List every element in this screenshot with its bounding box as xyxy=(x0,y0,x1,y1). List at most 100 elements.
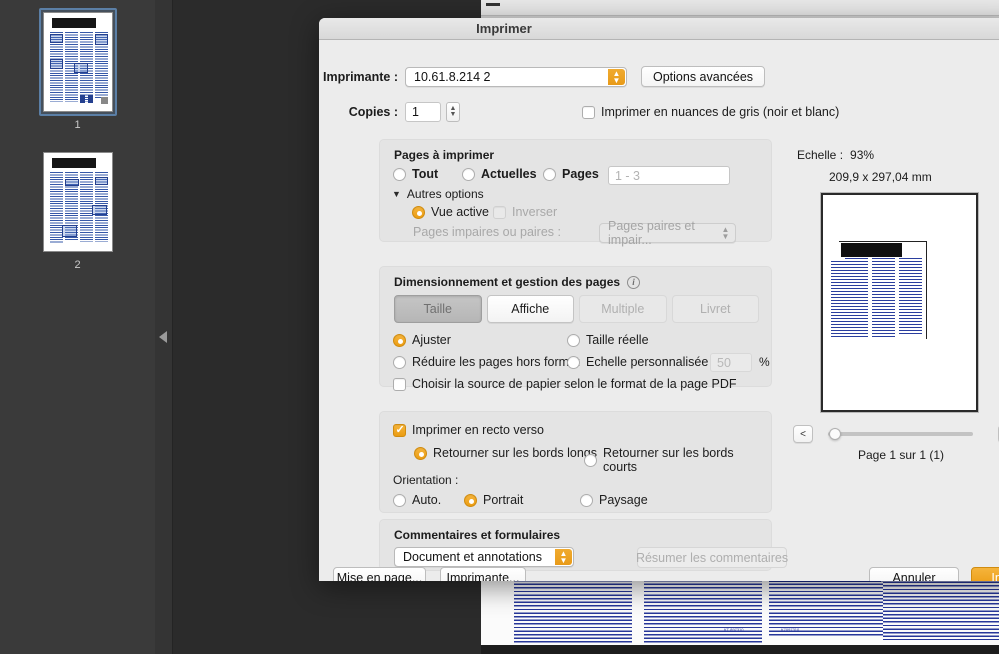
sidebar-divider xyxy=(155,0,173,654)
orientation-portrait-radio[interactable] xyxy=(464,493,477,507)
thumbnail-item-1[interactable]: 1 xyxy=(0,8,155,131)
fit-radio[interactable] xyxy=(393,333,406,347)
long-edge-radio[interactable] xyxy=(414,446,427,460)
orientation-auto-label: Auto. xyxy=(412,493,442,507)
preview-header-block xyxy=(841,243,902,257)
long-edge-option[interactable]: Retourner sur les bords longs xyxy=(414,446,597,460)
current-pages-label: Actuelles xyxy=(481,167,537,181)
custom-pages-radio[interactable] xyxy=(543,167,556,181)
print-button[interactable]: Imprimer xyxy=(971,567,999,581)
short-edge-radio[interactable] xyxy=(584,453,597,467)
fit-option[interactable]: Ajuster xyxy=(393,333,451,347)
previous-page-button[interactable]: < xyxy=(793,425,813,443)
paper-source-label: Choisir la source de papier selon le for… xyxy=(412,377,737,391)
all-pages-option[interactable]: Tout xyxy=(393,167,438,181)
active-view-radio[interactable] xyxy=(412,205,425,219)
chevron-updown-icon: ▲ ▼ xyxy=(608,68,625,85)
grayscale-option[interactable]: Imprimer en nuances de gris (noir et bla… xyxy=(582,105,839,119)
triangle-down-icon[interactable]: ▼ xyxy=(392,189,401,199)
page-slider-knob[interactable] xyxy=(829,428,841,440)
short-edge-option[interactable]: Retourner sur les bords courts xyxy=(584,446,771,474)
page-setup-button[interactable]: Mise en page... xyxy=(333,567,426,581)
thumbnail-sidebar: 1 2 xyxy=(0,0,155,654)
thumbnail-frame[interactable] xyxy=(38,8,117,116)
tab-taille[interactable]: Taille xyxy=(394,295,482,323)
sizing-tabs: Taille Affiche Multiple Livret xyxy=(394,295,759,323)
printer-settings-button[interactable]: Imprimante... xyxy=(440,567,526,581)
custom-pages-option[interactable]: Pages xyxy=(543,167,599,181)
long-edge-label: Retourner sur les bords longs xyxy=(433,446,597,460)
screen: 1 2 KT 897310 K7097310 Imprimer Impriman… xyxy=(0,0,999,654)
reverse-option: Inverser xyxy=(493,205,557,219)
shrink-radio[interactable] xyxy=(393,355,406,369)
paper-source-checkbox[interactable] xyxy=(393,377,406,391)
orientation-auto-radio[interactable] xyxy=(393,493,406,507)
custom-scale-radio[interactable] xyxy=(567,355,580,369)
odd-even-label-wrap: Pages impaires ou paires : xyxy=(413,225,561,239)
page-sizing-group: Dimensionnement et gestion des pages i T… xyxy=(379,266,772,391)
dialog-titlebar: Imprimer xyxy=(319,18,999,40)
grayscale-label: Imprimer en nuances de gris (noir et bla… xyxy=(601,105,840,119)
printer-label: Imprimante : xyxy=(322,69,398,84)
more-options-label: Autres options xyxy=(406,187,484,201)
active-view-option[interactable]: Vue active xyxy=(412,205,489,219)
printer-row: Imprimante : 10.61.8.214 2 ▲ ▼ Options av… xyxy=(320,66,766,87)
custom-scale-option[interactable]: Echelle personnalisée : xyxy=(567,355,715,369)
actual-size-radio[interactable] xyxy=(567,333,580,347)
more-options-disclosure[interactable]: ▼ Autres options xyxy=(392,187,484,201)
short-edge-label: Retourner sur les bords courts xyxy=(603,446,734,474)
orientation-landscape-radio[interactable] xyxy=(580,493,593,507)
comments-group: Commentaires et formulaires Document et … xyxy=(379,519,788,571)
sizing-group-header: Dimensionnement et gestion des pages i xyxy=(394,275,641,289)
orientation-portrait-option[interactable]: Portrait xyxy=(464,493,523,507)
page-dimensions: 209,9 x 297,04 mm xyxy=(829,170,932,184)
thumbnail-item-2[interactable]: 2 xyxy=(0,148,155,271)
thumbnail-label: 2 xyxy=(74,259,81,271)
print-dialog: Imprimer Imprimante : 10.61.8.214 2 ▲ ▼ O… xyxy=(319,18,999,581)
duplex-option[interactable]: Imprimer en recto verso xyxy=(393,423,544,437)
duplex-label: Imprimer en recto verso xyxy=(412,423,544,437)
document-toolbar xyxy=(481,0,999,16)
all-pages-radio[interactable] xyxy=(393,167,406,181)
copies-row: Copies : 1 ▲ ▼ Imprimer en nuances de gri… xyxy=(320,102,839,122)
preview-scale-row: Echelle : 93% xyxy=(797,148,874,162)
advanced-options-button[interactable]: Options avancées xyxy=(641,66,766,87)
scale-value: 93% xyxy=(850,148,875,162)
all-pages-label: Tout xyxy=(412,167,439,181)
tab-livret: Livret xyxy=(671,295,759,323)
pages-group-title: Pages à imprimer xyxy=(394,148,495,162)
thumbnail-label: 1 xyxy=(74,119,81,131)
comments-select[interactable]: Document et annotations ▲ ▼ xyxy=(394,547,574,567)
odd-even-value: Pages paires et impair... xyxy=(608,219,695,247)
actual-size-option[interactable]: Taille réelle xyxy=(567,333,649,347)
duplex-checkbox[interactable] xyxy=(393,423,406,437)
page-slider-track[interactable] xyxy=(828,432,973,436)
minimize-icon xyxy=(486,3,500,6)
active-view-label: Vue active xyxy=(431,205,489,219)
left-triangle-icon[interactable] xyxy=(159,331,167,343)
shrink-oversized-option[interactable]: Réduire les pages hors format xyxy=(393,355,579,369)
reverse-label: Inverser xyxy=(512,205,558,219)
duplex-group: Imprimer en recto verso Retourner sur le… xyxy=(379,411,772,513)
tab-multiple: Multiple xyxy=(579,295,667,323)
orientation-portrait-label: Portrait xyxy=(483,493,524,507)
printer-select[interactable]: 10.61.8.214 2 ▲ ▼ xyxy=(405,66,627,87)
printer-select-value: 10.61.8.214 2 xyxy=(414,69,491,84)
orientation-auto-option[interactable]: Auto. xyxy=(393,493,441,507)
info-icon[interactable]: i xyxy=(627,275,641,289)
actual-size-label: Taille réelle xyxy=(586,333,649,347)
preview-page xyxy=(821,193,978,412)
grayscale-checkbox[interactable] xyxy=(582,105,595,119)
cancel-button[interactable]: Annuler xyxy=(869,567,959,581)
current-pages-radio[interactable] xyxy=(462,167,475,181)
reverse-checkbox xyxy=(493,205,506,219)
odd-even-label: Pages impaires ou paires : xyxy=(413,225,561,239)
copies-input[interactable]: 1 xyxy=(405,102,441,122)
thumbnail-frame[interactable] xyxy=(39,148,117,256)
paper-source-option[interactable]: Choisir la source de papier selon le for… xyxy=(393,377,736,391)
copies-stepper[interactable]: ▲ ▼ xyxy=(446,102,460,122)
current-pages-option[interactable]: Actuelles xyxy=(462,167,537,181)
tab-affiche[interactable]: Affiche xyxy=(486,295,574,323)
orientation-landscape-option[interactable]: Paysage xyxy=(580,493,648,507)
pages-range-input[interactable]: 1 - 3 xyxy=(608,166,730,185)
